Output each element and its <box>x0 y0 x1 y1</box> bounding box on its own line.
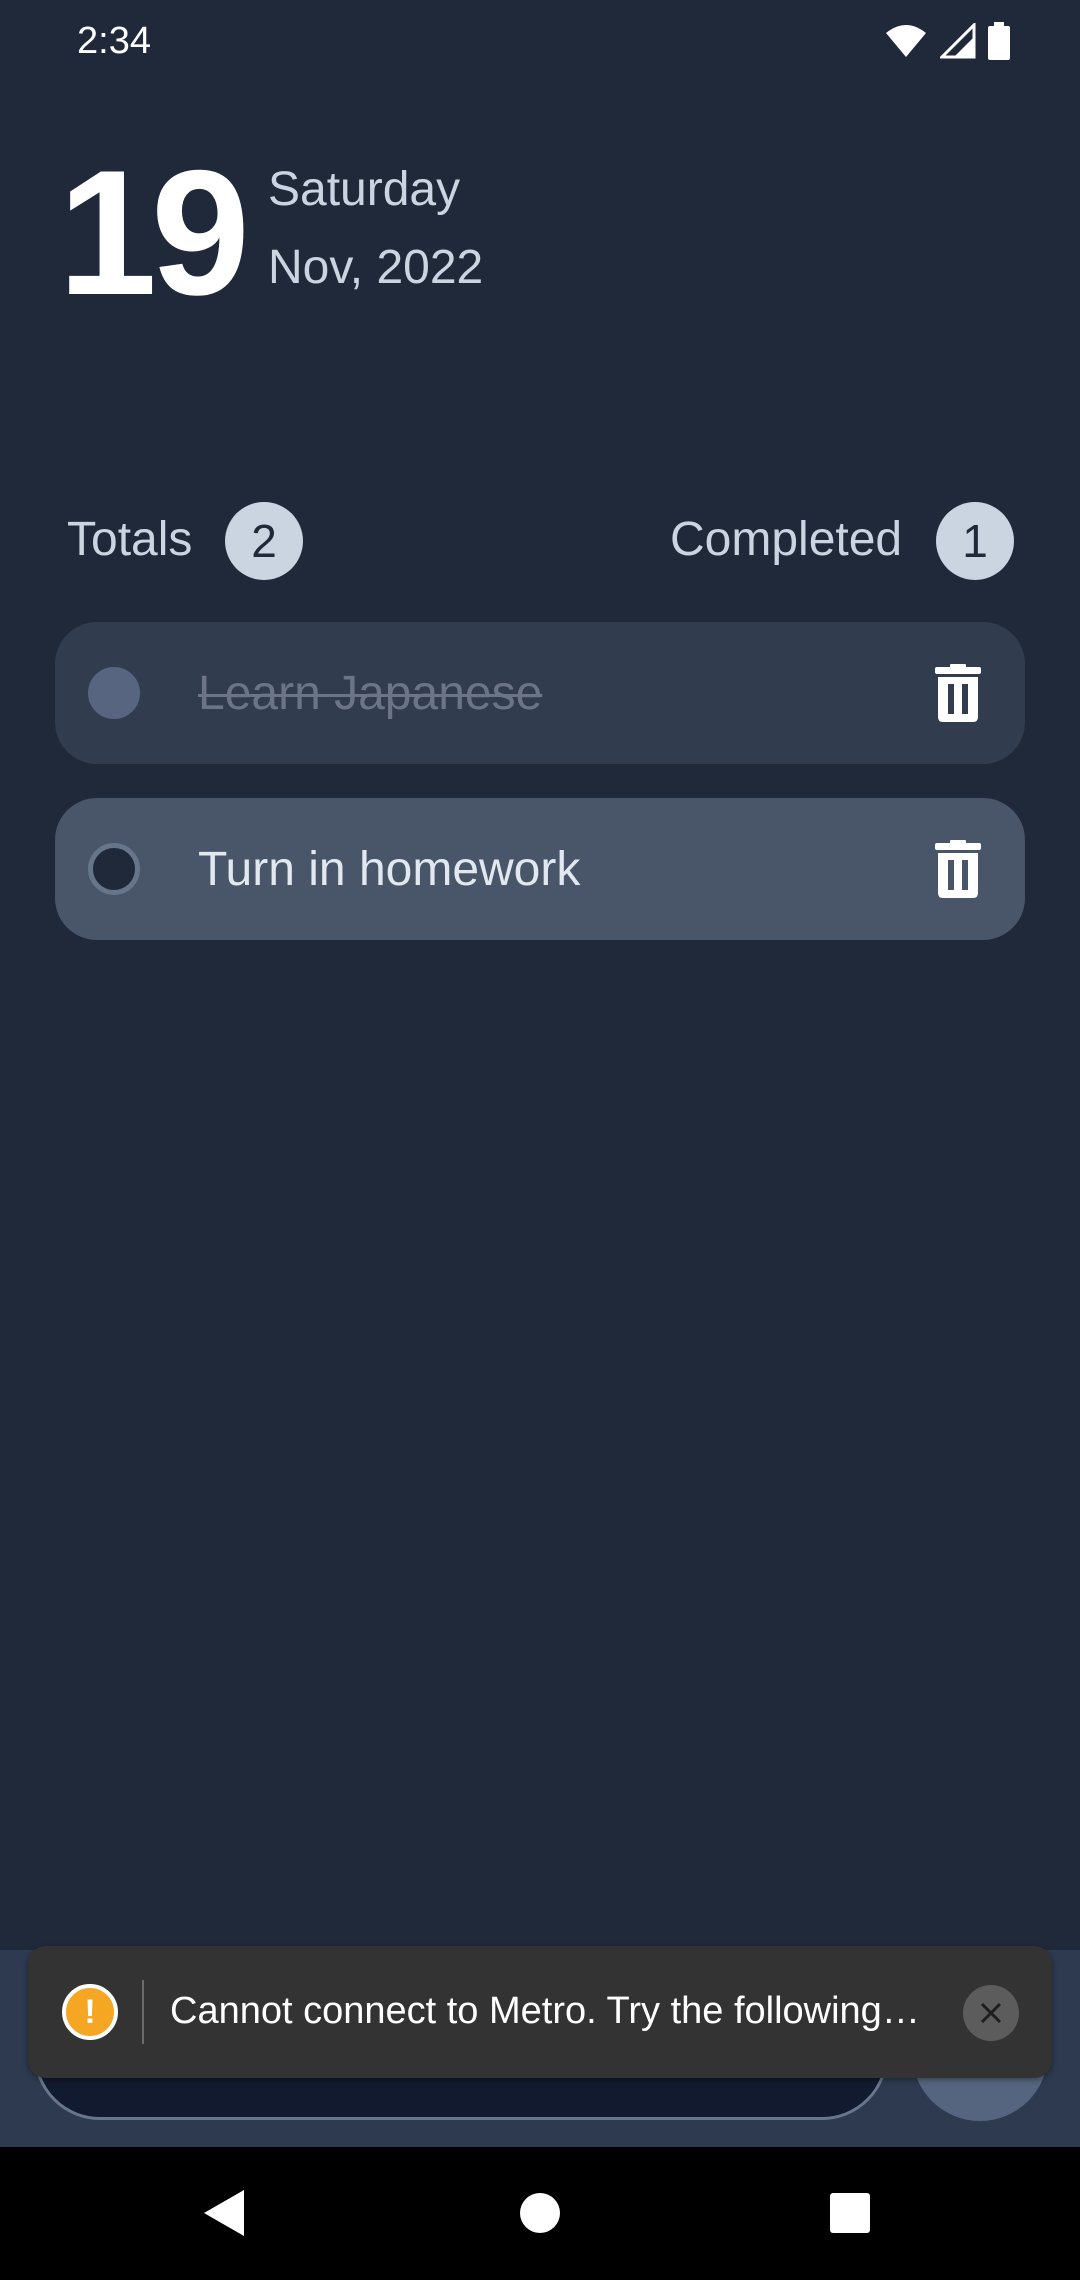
totals-label: Totals <box>67 513 193 566</box>
cell-signal-icon <box>940 23 976 59</box>
battery-icon <box>988 22 1010 60</box>
home-icon[interactable] <box>510 2183 570 2243</box>
status-time: 2:34 <box>77 20 151 62</box>
date-day: 19 <box>58 133 250 332</box>
warning-icon: ! <box>62 1984 118 2040</box>
date-weekday: Saturday <box>268 163 461 216</box>
task-item[interactable]: Turn in homework <box>55 798 1025 940</box>
metro-error-toast[interactable]: ! Cannot connect to Metro. Try the follo… <box>28 1946 1052 2078</box>
toast-divider <box>142 1980 144 2044</box>
date-month-year: Nov, 2022 <box>268 241 484 294</box>
recents-icon[interactable] <box>820 2183 880 2243</box>
task-title: Turn in homework <box>198 842 581 896</box>
back-icon[interactable] <box>194 2183 254 2243</box>
task-item[interactable]: Learn Japanese <box>55 622 1025 764</box>
totals-count-badge: 2 <box>225 502 303 580</box>
trash-icon[interactable] <box>933 840 983 898</box>
task-checkbox[interactable] <box>88 843 140 895</box>
status-icons <box>884 22 1010 60</box>
status-bar: 2:34 <box>0 0 1080 90</box>
toast-message: Cannot connect to Metro. Try the followi… <box>170 1990 920 2032</box>
trash-icon[interactable] <box>933 664 983 722</box>
completed-count-badge: 1 <box>936 502 1014 580</box>
close-icon[interactable] <box>963 1985 1019 2041</box>
navigation-bar <box>0 2147 1080 2280</box>
task-title: Learn Japanese <box>198 666 543 720</box>
completed-label: Completed <box>670 513 903 566</box>
task-checkbox[interactable] <box>88 667 140 719</box>
wifi-icon <box>886 25 926 57</box>
